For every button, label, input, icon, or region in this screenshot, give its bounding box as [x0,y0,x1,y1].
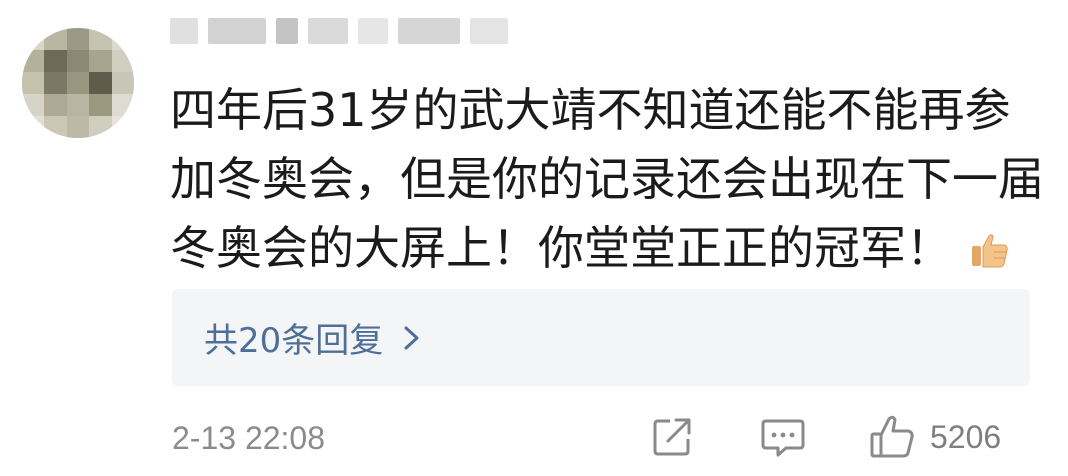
thumbs-up-emoji [972,234,1008,268]
chevron-right-icon [404,326,419,349]
avatar[interactable] [22,28,134,138]
thumbs-up-icon [870,415,914,458]
comment-timestamp: 2-13 22:08 [172,420,326,456]
like-count: 5206 [930,418,1002,455]
like-button[interactable]: 5206 [868,414,1001,460]
reply-button[interactable] [760,415,806,459]
comment-line: 加冬奥会，但是你的记录还会出现在下一届 [170,152,1044,206]
share-button[interactable] [650,415,694,459]
comment-text: 四年后31岁的武大靖不知道还能不能再参 加冬奥会，但是你的记录还会出现在下一届 … [170,76,1050,283]
username-blurred[interactable] [170,18,508,44]
comment-line: 四年后31岁的武大靖不知道还能不能再参 [170,83,1011,137]
comment-icon [761,419,805,457]
share-icon [653,418,691,456]
replies-count-label: 共20条回复 [204,321,384,361]
action-bar: 5206 [650,414,1001,460]
comment-line: 冬奥会的大屏上！你堂堂正正的冠军！ [170,221,952,275]
view-replies-button[interactable]: 共20条回复 [172,289,1030,386]
